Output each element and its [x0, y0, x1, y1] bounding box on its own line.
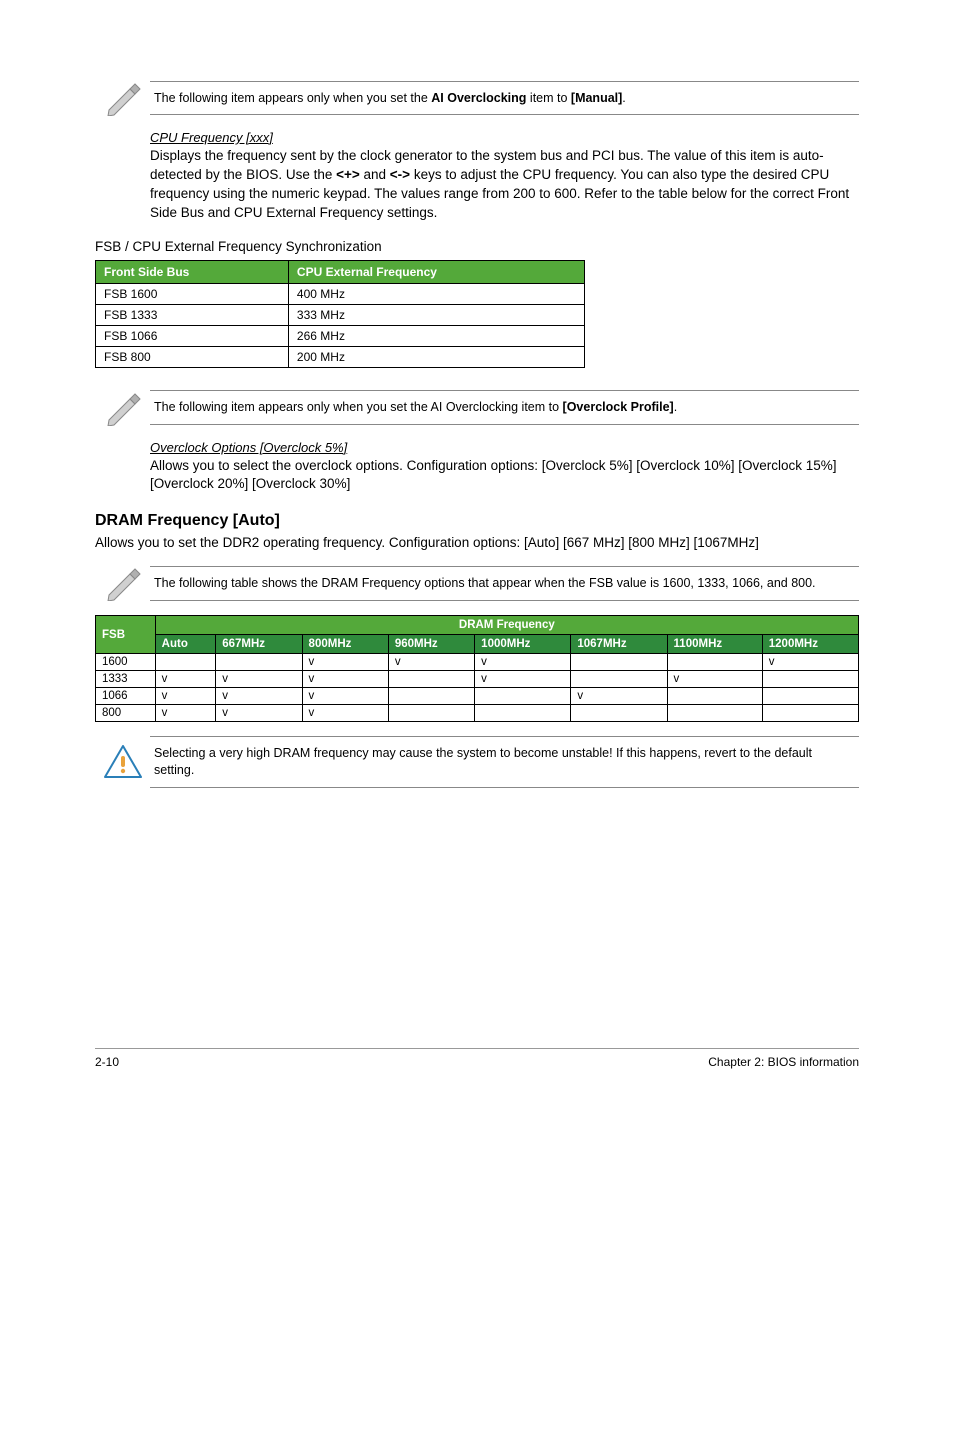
dram-th-group: DRAM Frequency [155, 616, 858, 635]
dram-table: FSB DRAM Frequency Auto 667MHz 800MHz 96… [95, 615, 859, 722]
note-text: The following table shows the DRAM Frequ… [150, 566, 859, 601]
table-row: FSB 1333333 MHz [96, 304, 585, 325]
dram-th-fsb: FSB [96, 616, 156, 654]
page-footer: 2-10 Chapter 2: BIOS information [95, 1048, 859, 1069]
dram-frequency-desc: Allows you to set the DDR2 operating fre… [95, 534, 859, 553]
table-row: 800 vvv [96, 705, 859, 722]
note-text: The following item appears only when you… [150, 81, 859, 116]
pencil-icon [95, 565, 150, 601]
fsb-sync-heading: FSB / CPU External Frequency Synchroniza… [95, 239, 859, 254]
page-number: 2-10 [95, 1055, 119, 1069]
table-row: FSB 1600400 MHz [96, 283, 585, 304]
table-row: 1066 vvvv [96, 688, 859, 705]
note-text: The following item appears only when you… [150, 390, 859, 425]
overclock-title: Overclock Options [Overclock 5%] [150, 440, 859, 455]
caution-icon [95, 744, 150, 780]
note-dram-table: The following table shows the DRAM Frequ… [95, 565, 859, 601]
overclock-desc: Allows you to select the overclock optio… [150, 457, 859, 495]
note-overclock-profile: The following item appears only when you… [95, 390, 859, 426]
table-header-row: FSB DRAM Frequency [96, 616, 859, 635]
table-row: 1600 vvvv [96, 654, 859, 671]
table-row: FSB 1066266 MHz [96, 325, 585, 346]
pencil-icon [95, 390, 150, 426]
fsb-th-freq: CPU External Frequency [288, 260, 584, 283]
overclock-options-block: Overclock Options [Overclock 5%] Allows … [150, 440, 859, 495]
dram-frequency-heading: DRAM Frequency [Auto] [95, 512, 859, 530]
pencil-icon [95, 80, 150, 116]
note-manual: The following item appears only when you… [95, 80, 859, 116]
cpu-frequency-block: CPU Frequency [xxx] Displays the frequen… [150, 130, 859, 223]
fsb-th-bus: Front Side Bus [96, 260, 289, 283]
cpu-freq-title: CPU Frequency [xxx] [150, 130, 859, 145]
cpu-freq-desc: Displays the frequency sent by the clock… [150, 147, 859, 223]
fsb-table: Front Side Bus CPU External Frequency FS… [95, 260, 585, 368]
table-header-row: Front Side Bus CPU External Frequency [96, 260, 585, 283]
chapter-label: Chapter 2: BIOS information [708, 1055, 859, 1069]
caution-box: Selecting a very high DRAM frequency may… [95, 736, 859, 788]
table-subheader-row: Auto 667MHz 800MHz 960MHz 1000MHz 1067MH… [96, 635, 859, 654]
table-row: 1333 vvvvv [96, 671, 859, 688]
caution-text: Selecting a very high DRAM frequency may… [150, 736, 859, 788]
table-row: FSB 800200 MHz [96, 346, 585, 367]
